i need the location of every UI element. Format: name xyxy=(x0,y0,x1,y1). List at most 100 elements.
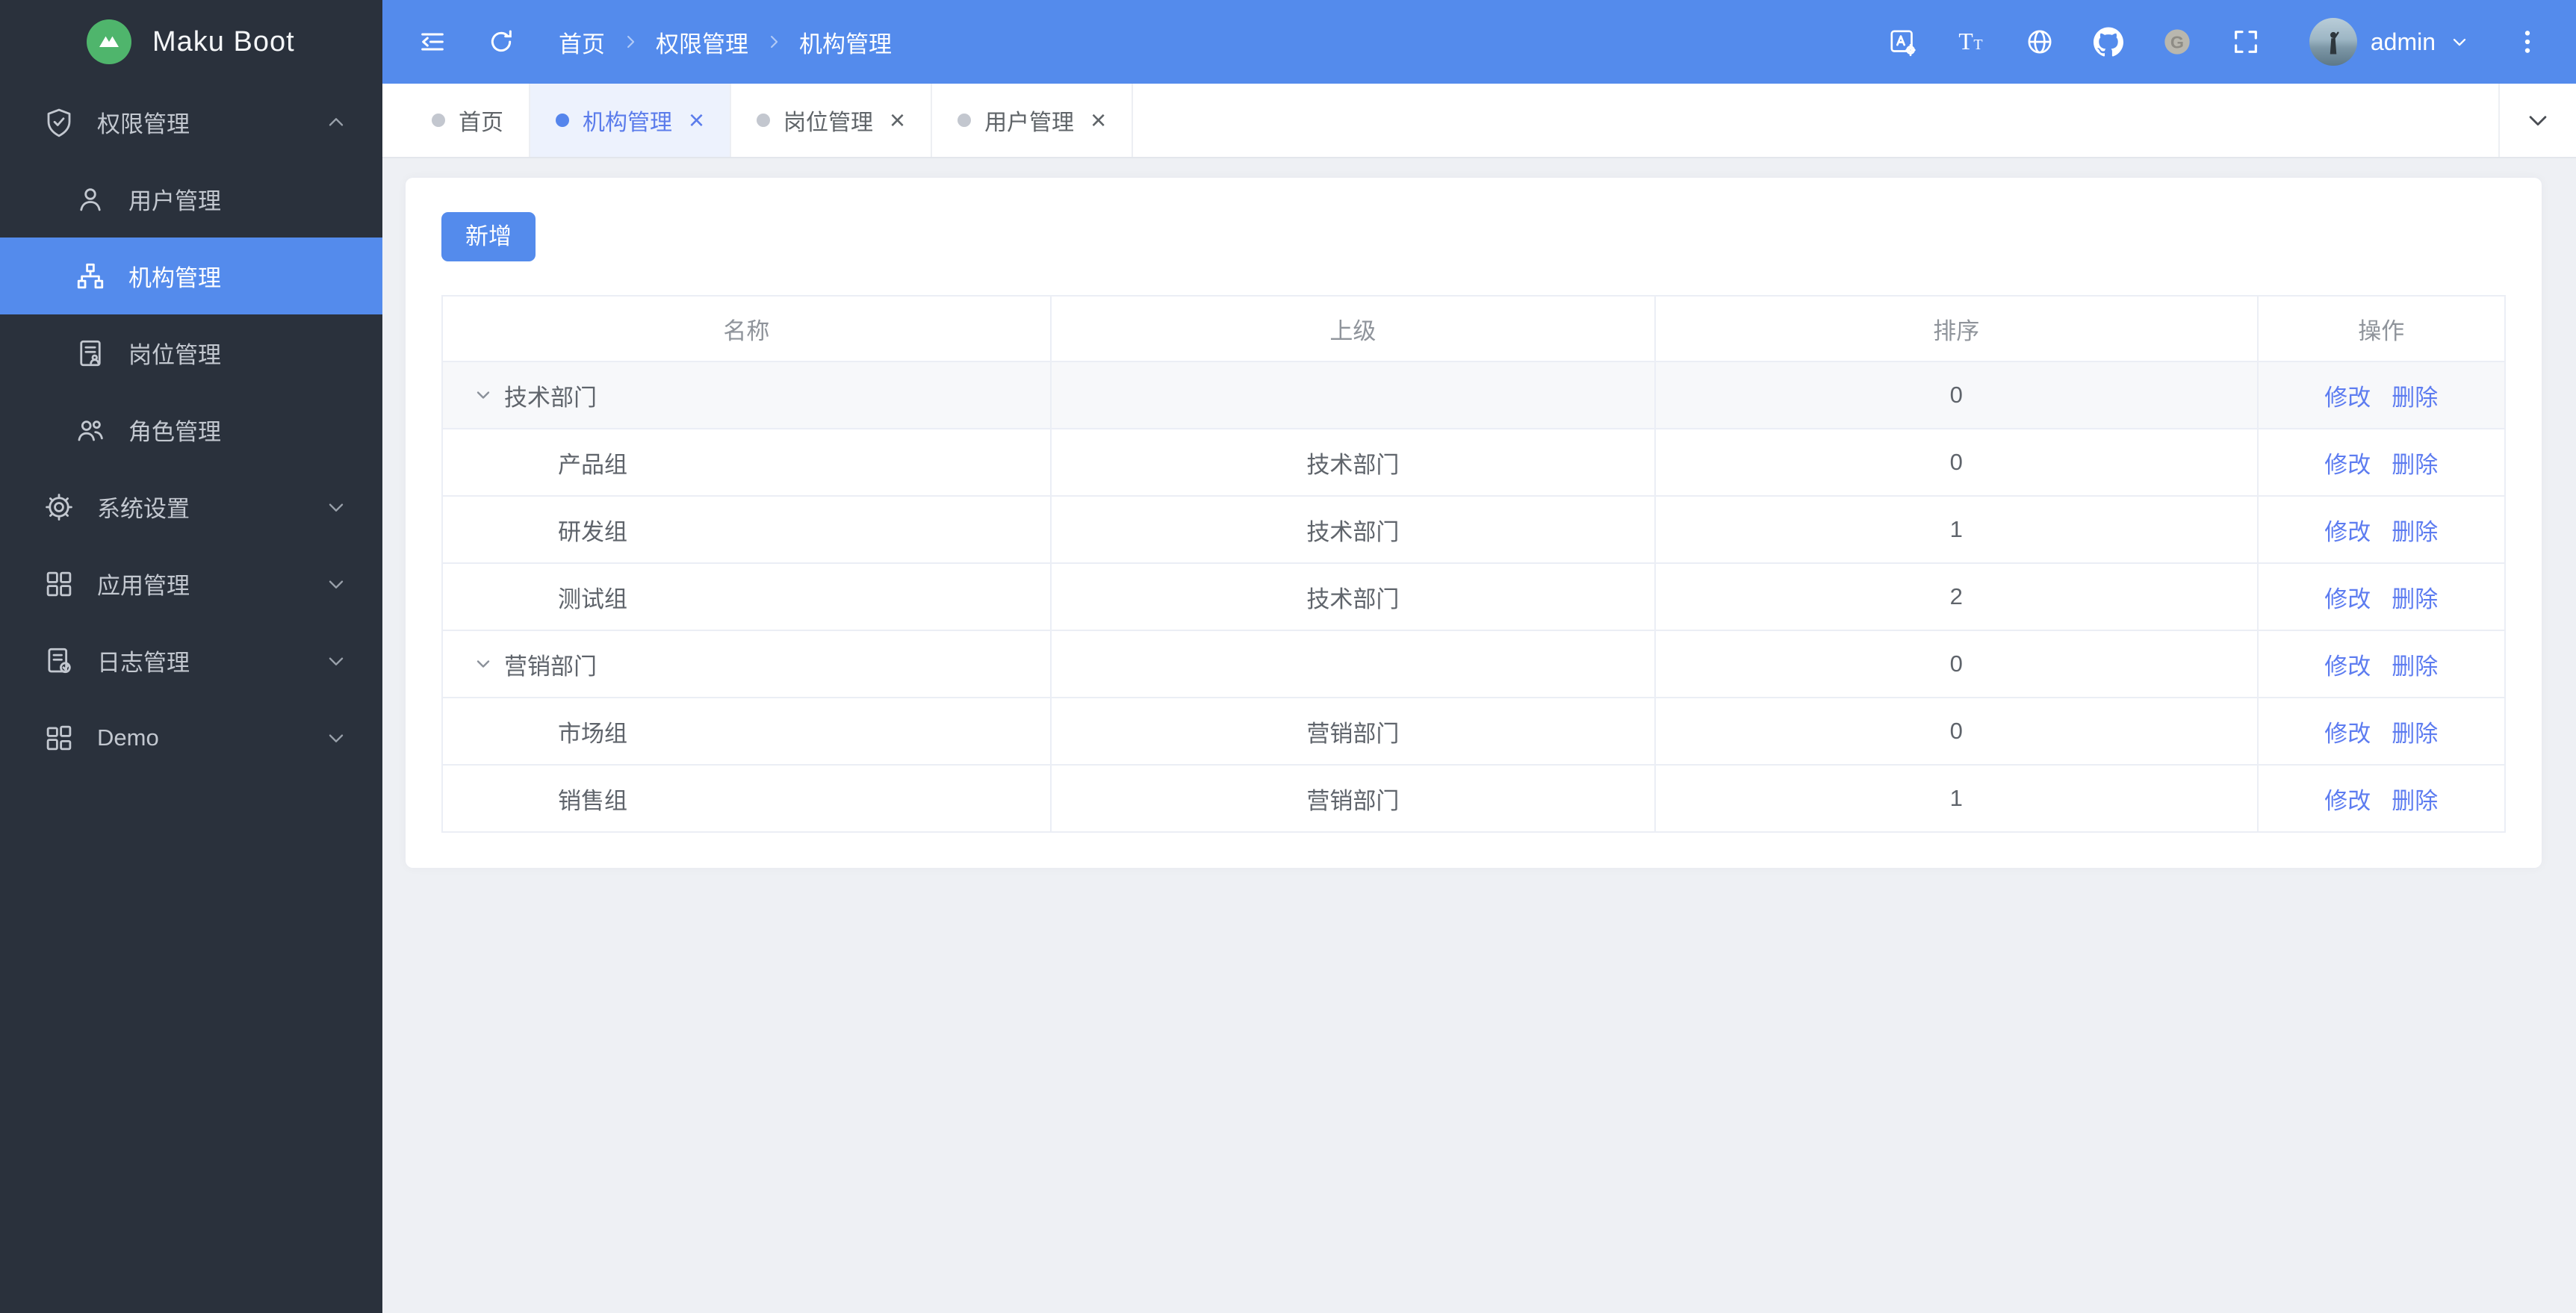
tab-dot-icon xyxy=(958,114,972,127)
org-parent: 技术部门 xyxy=(1049,562,1657,631)
org-sort: 2 xyxy=(1654,562,2259,631)
close-icon[interactable]: × xyxy=(1090,107,1106,134)
tab[interactable]: 首页 xyxy=(405,84,530,157)
font-size-icon[interactable]: T T xyxy=(1955,26,1987,58)
org-parent: 技术部门 xyxy=(1049,495,1657,564)
breadcrumb-item[interactable]: 首页 xyxy=(559,25,605,59)
app-root: Maku Boot 权限管理 用户管理 机构管理 岗位管理 角色管理 系统设置 … xyxy=(0,0,2576,1313)
org-parent: 技术部门 xyxy=(1049,428,1657,497)
sidebar-item-label: 系统设置 xyxy=(97,496,190,522)
sidebar-group-gear[interactable]: 系统设置 xyxy=(0,468,382,545)
breadcrumb-separator-icon xyxy=(763,31,784,52)
svg-text:G: G xyxy=(2170,32,2184,52)
breadcrumb-separator-icon xyxy=(620,31,641,52)
app-logo: Maku Boot xyxy=(0,0,382,84)
close-icon[interactable]: × xyxy=(689,107,704,134)
sidebar: Maku Boot 权限管理 用户管理 机构管理 岗位管理 角色管理 系统设置 … xyxy=(0,0,382,1313)
row-actions: 修改 删除 xyxy=(2256,361,2507,429)
svg-text:T: T xyxy=(1973,37,1982,53)
delete-link[interactable]: 删除 xyxy=(2392,519,2438,545)
user-menu[interactable]: admin xyxy=(2309,18,2470,66)
edit-link[interactable]: 修改 xyxy=(2324,385,2371,411)
sidebar-item-org-tree[interactable]: 机构管理 xyxy=(0,238,382,314)
breadcrumb-item[interactable]: 权限管理 xyxy=(656,25,748,59)
table-row: 产品组 技术部门 0 修改 删除 xyxy=(441,428,2507,497)
sidebar-item-label: 应用管理 xyxy=(97,573,190,599)
delete-link[interactable]: 删除 xyxy=(2392,788,2438,814)
org-tree-icon xyxy=(75,261,106,292)
org-parent: 营销部门 xyxy=(1049,697,1657,766)
kebab-menu-icon[interactable] xyxy=(2512,26,2543,58)
tab[interactable]: 机构管理 × xyxy=(530,84,732,157)
fullscreen-icon[interactable] xyxy=(2230,26,2262,58)
globe-icon[interactable] xyxy=(2024,26,2055,58)
row-actions: 修改 删除 xyxy=(2256,562,2507,631)
column-header: 上级 xyxy=(1049,295,1657,362)
translate-icon[interactable] xyxy=(1887,26,1918,58)
expand-caret-icon[interactable] xyxy=(473,654,494,674)
tab-label: 首页 xyxy=(459,111,503,135)
delete-link[interactable]: 删除 xyxy=(2392,385,2438,411)
tab[interactable]: 岗位管理 × xyxy=(731,84,933,157)
sidebar-group-shield-check[interactable]: 权限管理 xyxy=(0,84,382,161)
github-icon[interactable] xyxy=(2093,26,2124,58)
breadcrumb-item[interactable]: 机构管理 xyxy=(799,25,892,59)
topbar-actions: T T G admin xyxy=(1887,18,2543,66)
edit-link[interactable]: 修改 xyxy=(2324,452,2371,478)
sidebar-item-user[interactable]: 用户管理 xyxy=(0,161,382,238)
tab-dot-icon xyxy=(757,114,771,127)
sidebar-item-roles[interactable]: 角色管理 xyxy=(0,391,382,468)
sidebar-group-demo-grid[interactable]: Demo xyxy=(0,699,382,776)
delete-link[interactable]: 删除 xyxy=(2392,586,2438,612)
tabs: 首页 机构管理 × 岗位管理 × 用户管理 × xyxy=(405,84,1134,157)
org-name: 营销部门 xyxy=(504,653,597,680)
table-row: 市场组 营销部门 0 修改 删除 xyxy=(441,697,2507,766)
sidebar-item-label: 岗位管理 xyxy=(128,342,221,368)
column-header: 名称 xyxy=(441,295,1052,362)
delete-link[interactable]: 删除 xyxy=(2392,721,2438,747)
refresh-icon[interactable] xyxy=(485,26,517,58)
sidebar-item-label: 权限管理 xyxy=(97,111,190,137)
menu-fold-icon[interactable] xyxy=(417,26,448,58)
expand-caret-icon[interactable] xyxy=(473,385,494,406)
edit-link[interactable]: 修改 xyxy=(2324,586,2371,612)
org-sort: 0 xyxy=(1654,697,2259,766)
gitee-icon[interactable]: G xyxy=(2161,26,2193,58)
row-actions: 修改 删除 xyxy=(2256,630,2507,698)
tab-label: 机构管理 xyxy=(583,111,672,135)
column-header: 排序 xyxy=(1654,295,2259,362)
close-icon[interactable]: × xyxy=(890,107,905,134)
edit-link[interactable]: 修改 xyxy=(2324,654,2371,680)
row-actions: 修改 删除 xyxy=(2256,764,2507,833)
demo-grid-icon xyxy=(43,722,75,754)
tabs-dropdown-icon[interactable] xyxy=(2498,84,2576,157)
sidebar-item-post-doc[interactable]: 岗位管理 xyxy=(0,314,382,391)
tab-dot-icon xyxy=(556,114,569,127)
org-parent xyxy=(1049,630,1657,698)
row-actions: 修改 删除 xyxy=(2256,495,2507,564)
tab-label: 用户管理 xyxy=(984,111,1075,135)
org-name: 产品组 xyxy=(558,451,627,478)
sidebar-group-apps-grid[interactable]: 应用管理 xyxy=(0,545,382,622)
edit-link[interactable]: 修改 xyxy=(2324,788,2371,814)
sidebar-item-label: Demo xyxy=(97,724,159,751)
delete-link[interactable]: 删除 xyxy=(2392,452,2438,478)
chevron-down-icon xyxy=(324,572,348,596)
org-table: 名称 上级 排序 操作 技术部门 0 修改 删除 产品组 技术部门 0 修改 删… xyxy=(441,295,2507,833)
table-row: 测试组 技术部门 2 修改 删除 xyxy=(441,562,2507,631)
column-header: 操作 xyxy=(2256,295,2507,362)
table-header-row: 名称 上级 排序 操作 xyxy=(441,295,2507,362)
content-card: 新增 名称 上级 排序 操作 技术部门 0 修改 删除 产品组 技术部门 0 修… xyxy=(406,178,2542,868)
edit-link[interactable]: 修改 xyxy=(2324,519,2371,545)
org-name: 技术部门 xyxy=(504,384,597,411)
edit-link[interactable]: 修改 xyxy=(2324,721,2371,747)
sidebar-group-log-doc[interactable]: 日志管理 xyxy=(0,622,382,699)
user-name: admin xyxy=(2370,28,2436,55)
tab[interactable]: 用户管理 × xyxy=(932,84,1134,157)
chevron-down-icon xyxy=(324,649,348,673)
add-button[interactable]: 新增 xyxy=(441,212,536,261)
post-doc-icon xyxy=(75,338,106,369)
user-icon xyxy=(75,184,106,215)
sidebar-item-label: 角色管理 xyxy=(128,419,221,445)
delete-link[interactable]: 删除 xyxy=(2392,654,2438,680)
